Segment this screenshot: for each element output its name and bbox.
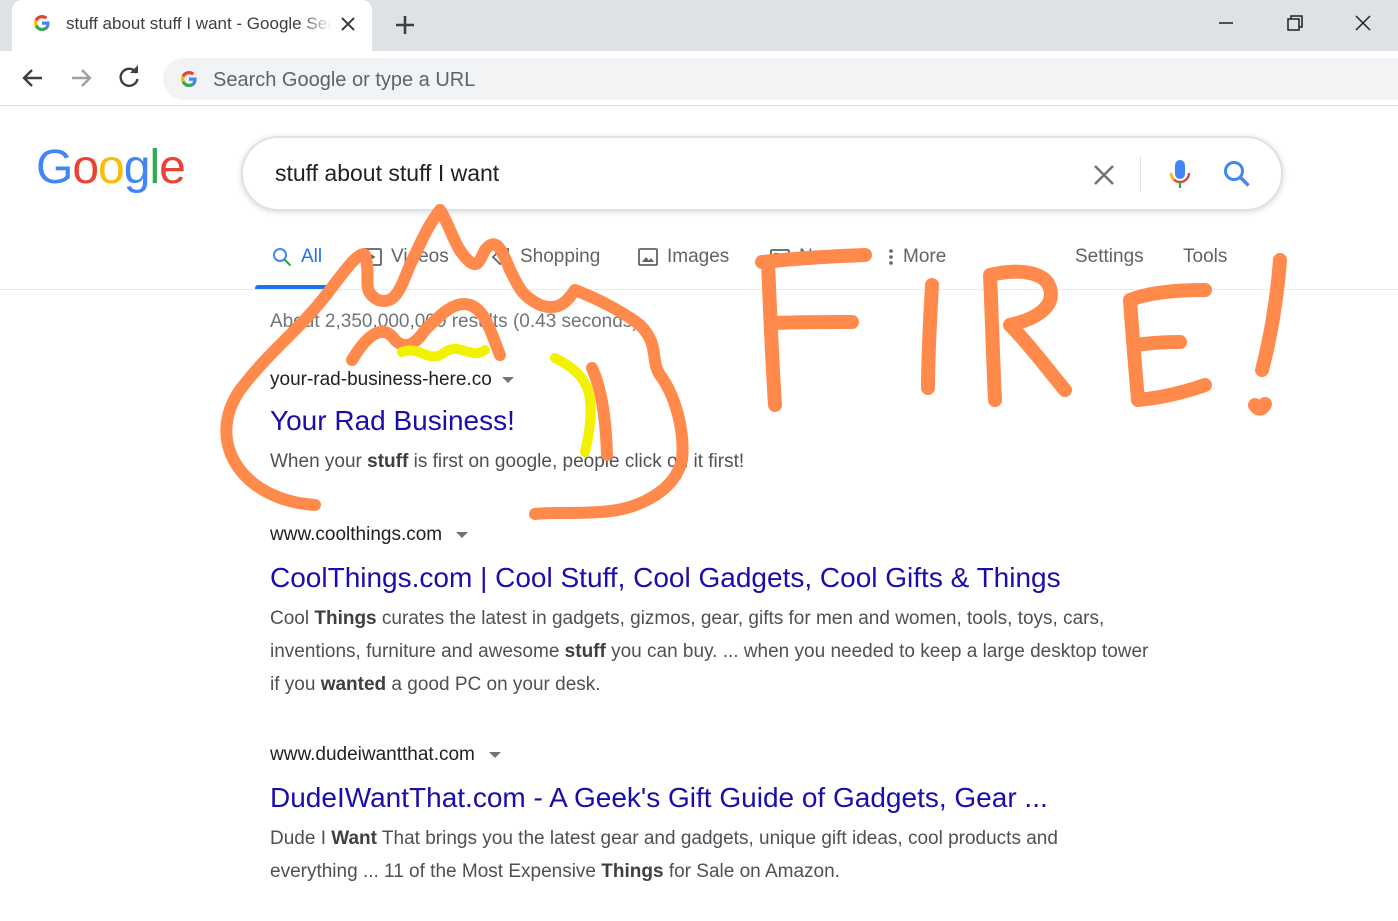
restore-icon[interactable]: [1282, 10, 1308, 36]
dropdown-arrow-icon[interactable]: [456, 531, 469, 538]
search-input[interactable]: stuff about stuff I want: [275, 160, 499, 187]
result-url[interactable]: www.coolthings.com: [270, 524, 1170, 552]
browser-tab[interactable]: stuff about stuff I want - Google Search: [12, 0, 372, 51]
google-favicon-icon: [34, 15, 50, 31]
window-close-icon[interactable]: [1350, 10, 1376, 36]
search-nav-tabs: All Videos Shopping Images News More Set…: [0, 240, 1398, 290]
result-stats: About 2,350,000,000 results (0.43 second…: [270, 311, 639, 332]
result-snippet: Cool Things curates the latest in gadget…: [270, 602, 1150, 701]
search-result: your-rad-business-here.co Your Rad Busin…: [270, 369, 1170, 478]
page: stuff about stuff I want - Google Search: [0, 0, 1398, 921]
result-url[interactable]: your-rad-business-here.co: [270, 369, 1170, 397]
snippet-highlight: Things: [601, 861, 664, 882]
tab-settings-label: Settings: [1075, 246, 1144, 267]
search-box-divider: [1140, 156, 1141, 192]
tab-title: stuff about stuff I want - Google Search: [66, 14, 332, 33]
new-tab-plus-icon[interactable]: [392, 12, 418, 38]
tab-more-label: More: [903, 246, 947, 267]
reload-icon[interactable]: [115, 64, 143, 92]
tab-news-label: News: [799, 246, 847, 267]
dropdown-arrow-icon[interactable]: [501, 376, 514, 383]
snippet-highlight: stuff: [564, 641, 606, 662]
logo-letter: G: [36, 141, 73, 194]
logo-letter: g: [123, 141, 151, 194]
google-logo[interactable]: Google: [36, 140, 186, 195]
result-snippet: When your stuff is first on google, peop…: [270, 445, 1170, 478]
snippet-text: a good PC on your desk.: [386, 674, 601, 695]
result-url-text: www.dudeiwantthat.com: [270, 744, 475, 765]
back-arrow-icon[interactable]: [19, 64, 47, 92]
minimize-icon[interactable]: [1213, 10, 1239, 36]
result-title-link[interactable]: Your Rad Business!: [270, 403, 1170, 439]
image-icon: [638, 248, 658, 266]
snippet-text: Dude I: [270, 828, 332, 849]
search-result: www.coolthings.com CoolThings.com | Cool…: [270, 524, 1170, 701]
shopping-tag-icon: [491, 248, 509, 266]
video-icon: [362, 248, 382, 266]
microphone-icon[interactable]: [1165, 158, 1195, 192]
snippet-highlight: stuff: [367, 451, 409, 472]
snippet-highlight: Want: [331, 828, 377, 849]
address-bar[interactable]: Search Google or type a URL: [163, 58, 1398, 100]
result-snippet: Dude I Want That brings you the latest g…: [270, 822, 1150, 888]
logo-letter: e: [159, 141, 186, 194]
result-url-text: www.coolthings.com: [270, 524, 443, 545]
snippet-highlight: Things: [314, 608, 377, 629]
snippet-text: Cool: [270, 608, 315, 629]
snippet-text: When your: [270, 451, 368, 472]
tab-strip: stuff about stuff I want - Google Search: [0, 0, 1398, 51]
tab-shopping-label: Shopping: [520, 246, 601, 267]
logo-letter: l: [149, 141, 160, 194]
highlight-squiggle: [397, 343, 490, 362]
tab-videos-label: Videos: [391, 246, 449, 267]
tab-all-label: All: [301, 246, 323, 267]
tab-tools-label: Tools: [1183, 246, 1228, 267]
search-icon: [273, 248, 292, 267]
result-url-text: your-rad-business-here.co: [270, 369, 492, 390]
snippet-text: for Sale on Amazon.: [663, 861, 840, 882]
result-url[interactable]: www.dudeiwantthat.com: [270, 744, 1170, 772]
search-result: www.dudeiwantthat.com DudeIWantThat.com …: [270, 744, 1170, 888]
search-icon[interactable]: [1221, 158, 1253, 190]
active-tab-indicator: [255, 285, 335, 289]
search-box[interactable]: stuff about stuff I want: [241, 136, 1283, 211]
google-g-icon: [181, 71, 197, 87]
result-title-link[interactable]: DudeIWantThat.com - A Geek's Gift Guide …: [270, 780, 1170, 816]
exclamation-dot: [1248, 397, 1272, 416]
more-vert-icon: [889, 249, 893, 265]
logo-letter: o: [72, 141, 99, 194]
snippet-highlight: wanted: [320, 674, 387, 695]
snippet-text: is first on google, people click on it f…: [408, 451, 745, 472]
tab-images-label: Images: [667, 246, 730, 267]
result-title-link[interactable]: CoolThings.com | Cool Stuff, Cool Gadget…: [270, 560, 1170, 596]
browser-toolbar: Search Google or type a URL: [0, 51, 1398, 106]
forward-arrow-icon[interactable]: [67, 64, 95, 92]
news-icon: [770, 249, 790, 265]
logo-letter: o: [98, 141, 125, 194]
omnibox-placeholder: Search Google or type a URL: [213, 69, 476, 91]
dropdown-arrow-icon[interactable]: [488, 751, 501, 758]
clear-icon[interactable]: [1089, 160, 1119, 190]
close-icon[interactable]: [336, 12, 360, 36]
